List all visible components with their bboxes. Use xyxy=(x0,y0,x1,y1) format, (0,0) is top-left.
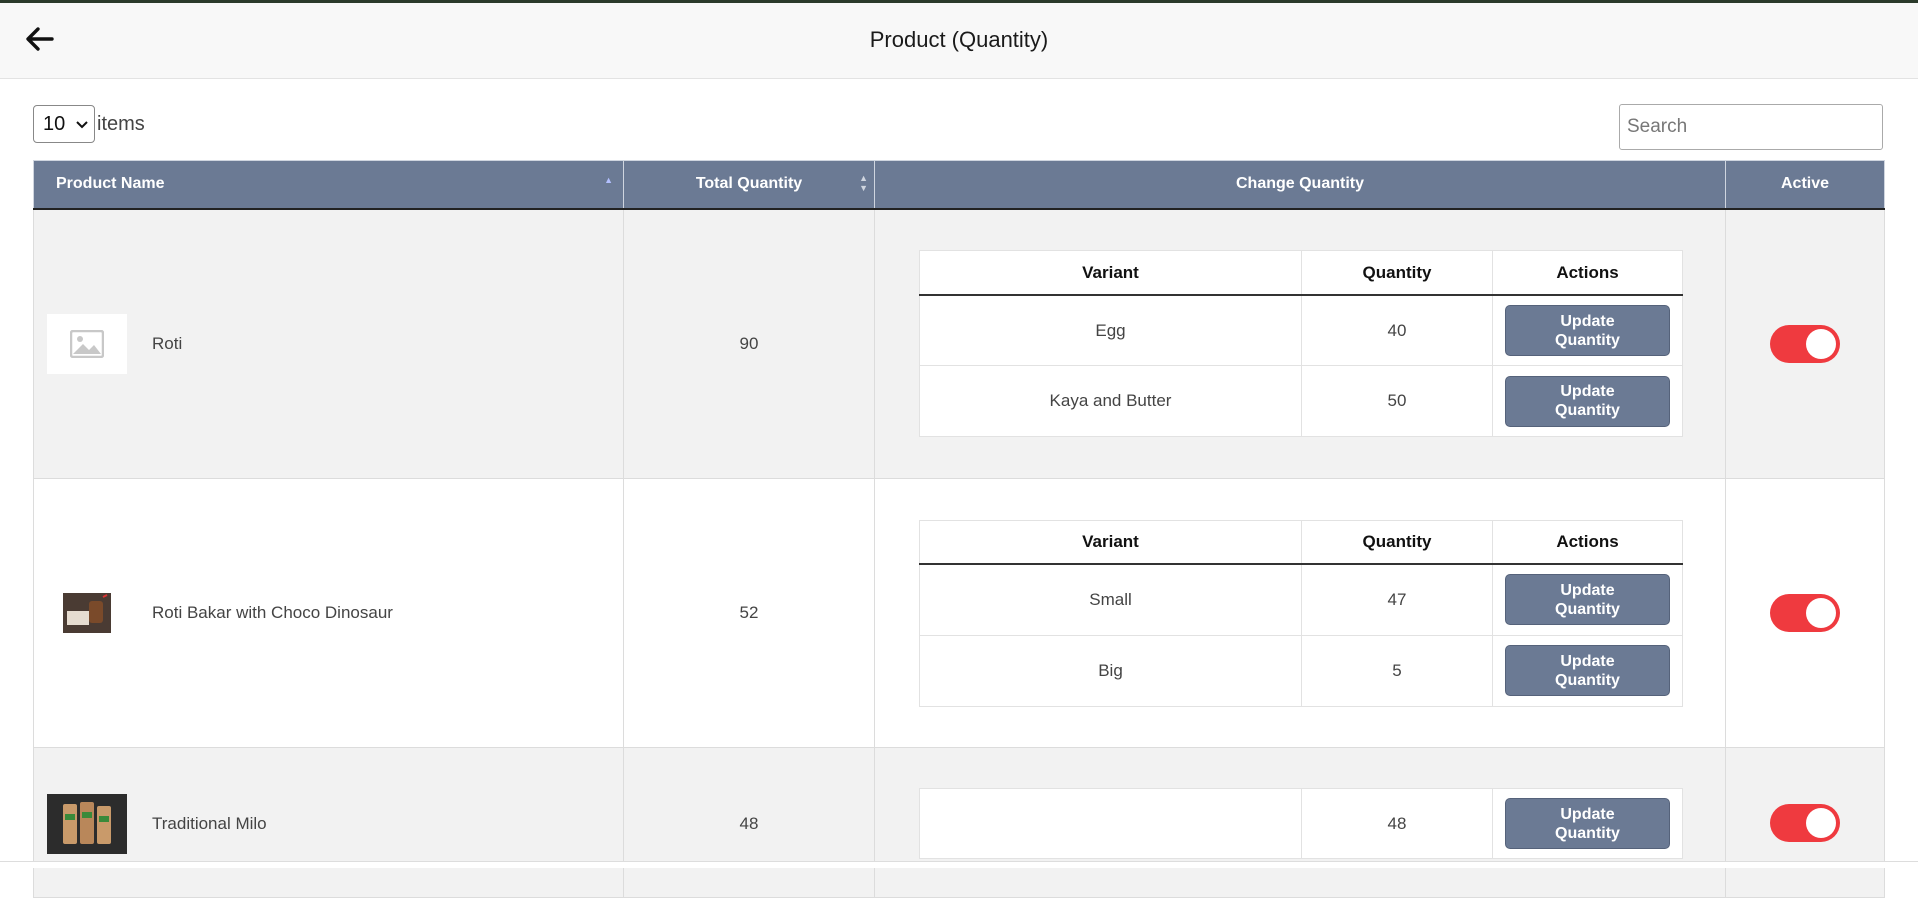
product-name: Roti xyxy=(152,333,183,353)
change-quantity-cell: 48 Update Quantity xyxy=(874,747,1726,898)
actions-header: Actions xyxy=(1492,519,1683,565)
variant-row: 48 Update Quantity xyxy=(919,788,1683,859)
product-table: Product Name ▲ Total Quantity ▲ ▼ Change … xyxy=(33,160,1885,898)
button-label-line2: Quantity xyxy=(1555,331,1620,349)
update-quantity-button[interactable]: Update Quantity xyxy=(1505,798,1670,849)
update-quantity-button[interactable]: Update Quantity xyxy=(1505,305,1670,356)
page-size-value: 10 xyxy=(43,112,66,135)
active-cell xyxy=(1725,747,1885,898)
active-toggle[interactable] xyxy=(1770,324,1840,363)
variant-row: Small 47 Update Quantity xyxy=(919,563,1683,636)
total-quantity: 90 xyxy=(623,208,875,479)
chevron-down-icon xyxy=(76,116,88,132)
variant-header: Variant xyxy=(919,250,1302,296)
column-header-change-quantity: Change Quantity xyxy=(874,160,1726,210)
product-thumbnail xyxy=(47,583,127,643)
variant-quantity: 50 xyxy=(1301,365,1493,438)
table-row: Traditional Milo 48 48 Update Quantity xyxy=(33,747,1885,898)
variant-quantity: 47 xyxy=(1301,563,1493,636)
variant-name: Egg xyxy=(919,294,1302,367)
column-label: Active xyxy=(1780,175,1830,193)
change-quantity-cell: Variant Quantity Actions Small 47 Update… xyxy=(874,478,1726,748)
column-label: Change Quantity xyxy=(1235,175,1364,193)
button-label-line1: Update xyxy=(1560,805,1615,823)
product-cell: Roti Bakar with Choco Dinosaur xyxy=(33,478,624,748)
variant-actions: Update Quantity xyxy=(1492,365,1683,438)
variant-row: Egg 40 Update Quantity xyxy=(919,294,1683,367)
variant-row: Big 5 Update Quantity xyxy=(919,634,1683,707)
variant-row: Kaya and Butter 50 Update Quantity xyxy=(919,365,1683,438)
update-quantity-button[interactable]: Update Quantity xyxy=(1505,645,1670,696)
items-label: items xyxy=(97,112,145,135)
variant-name: Small xyxy=(919,563,1302,636)
button-label-line1: Update xyxy=(1560,312,1615,330)
page-header: Product (Quantity) xyxy=(0,3,1918,79)
variant-actions: Update Quantity xyxy=(1492,563,1683,636)
page-size-select[interactable]: 10 xyxy=(33,105,95,143)
sort-icon: ▲ ▼ xyxy=(859,173,868,193)
button-label-line1: Update xyxy=(1560,383,1615,401)
total-quantity: 48 xyxy=(623,747,875,898)
product-name: Traditional Milo xyxy=(152,814,267,833)
variant-header: Variant xyxy=(919,519,1302,565)
total-quantity: 52 xyxy=(623,478,875,748)
variant-table: Variant Quantity Actions Small 47 Update… xyxy=(919,519,1683,707)
active-cell xyxy=(1725,208,1885,479)
update-quantity-button[interactable]: Update Quantity xyxy=(1505,375,1670,427)
active-cell xyxy=(1725,478,1885,748)
product-cell: Roti xyxy=(33,208,624,479)
page-title: Product (Quantity) xyxy=(869,27,1049,52)
table-row: Roti 90 Variant Quantity Actions Egg 40 … xyxy=(33,208,1885,479)
column-header-total-quantity[interactable]: Total Quantity ▲ ▼ xyxy=(623,160,875,210)
variant-quantity: 5 xyxy=(1301,634,1493,707)
search-placeholder: Search xyxy=(1627,116,1688,137)
product-thumbnail xyxy=(47,794,127,854)
variant-name: Big xyxy=(919,634,1302,707)
variant-quantity: 48 xyxy=(1301,788,1493,859)
variant-actions: Update Quantity xyxy=(1492,788,1683,859)
change-quantity-cell: Variant Quantity Actions Egg 40 Update Q… xyxy=(874,208,1726,479)
sort-asc-icon: ▲ xyxy=(604,175,613,185)
table-row: Roti Bakar with Choco Dinosaur 52 Varian… xyxy=(33,478,1885,748)
variant-table: 48 Update Quantity xyxy=(919,788,1683,859)
variant-actions: Update Quantity xyxy=(1492,634,1683,707)
button-label-line1: Update xyxy=(1560,581,1615,599)
actions-header: Actions xyxy=(1492,250,1683,296)
column-header-active: Active xyxy=(1725,160,1885,210)
column-header-product-name[interactable]: Product Name ▲ xyxy=(33,160,624,210)
column-label: Total Quantity xyxy=(695,175,803,193)
variant-quantity: 40 xyxy=(1301,294,1493,367)
button-label-line1: Update xyxy=(1560,652,1615,670)
page-size-control: 10 items xyxy=(33,105,145,143)
product-name: Roti Bakar with Choco Dinosaur xyxy=(152,603,393,622)
update-quantity-button[interactable]: Update Quantity xyxy=(1505,574,1670,626)
search-input[interactable]: Search xyxy=(1619,104,1883,150)
button-label-line2: Quantity xyxy=(1555,671,1620,689)
button-label-line2: Quantity xyxy=(1555,600,1620,618)
button-label-line2: Quantity xyxy=(1555,824,1620,842)
active-toggle[interactable] xyxy=(1770,594,1840,632)
variant-table: Variant Quantity Actions Egg 40 Update Q… xyxy=(919,250,1683,438)
variant-name: Kaya and Butter xyxy=(919,365,1302,438)
product-cell: Traditional Milo xyxy=(33,747,624,898)
bottom-edge xyxy=(0,861,1918,868)
column-label: Product Name xyxy=(56,175,165,193)
image-placeholder-icon xyxy=(47,313,127,374)
button-label-line2: Quantity xyxy=(1555,402,1620,420)
quantity-header: Quantity xyxy=(1301,519,1493,565)
quantity-header: Quantity xyxy=(1301,250,1493,296)
variant-name xyxy=(919,788,1302,859)
active-toggle[interactable] xyxy=(1770,804,1840,842)
variant-actions: Update Quantity xyxy=(1492,294,1683,367)
